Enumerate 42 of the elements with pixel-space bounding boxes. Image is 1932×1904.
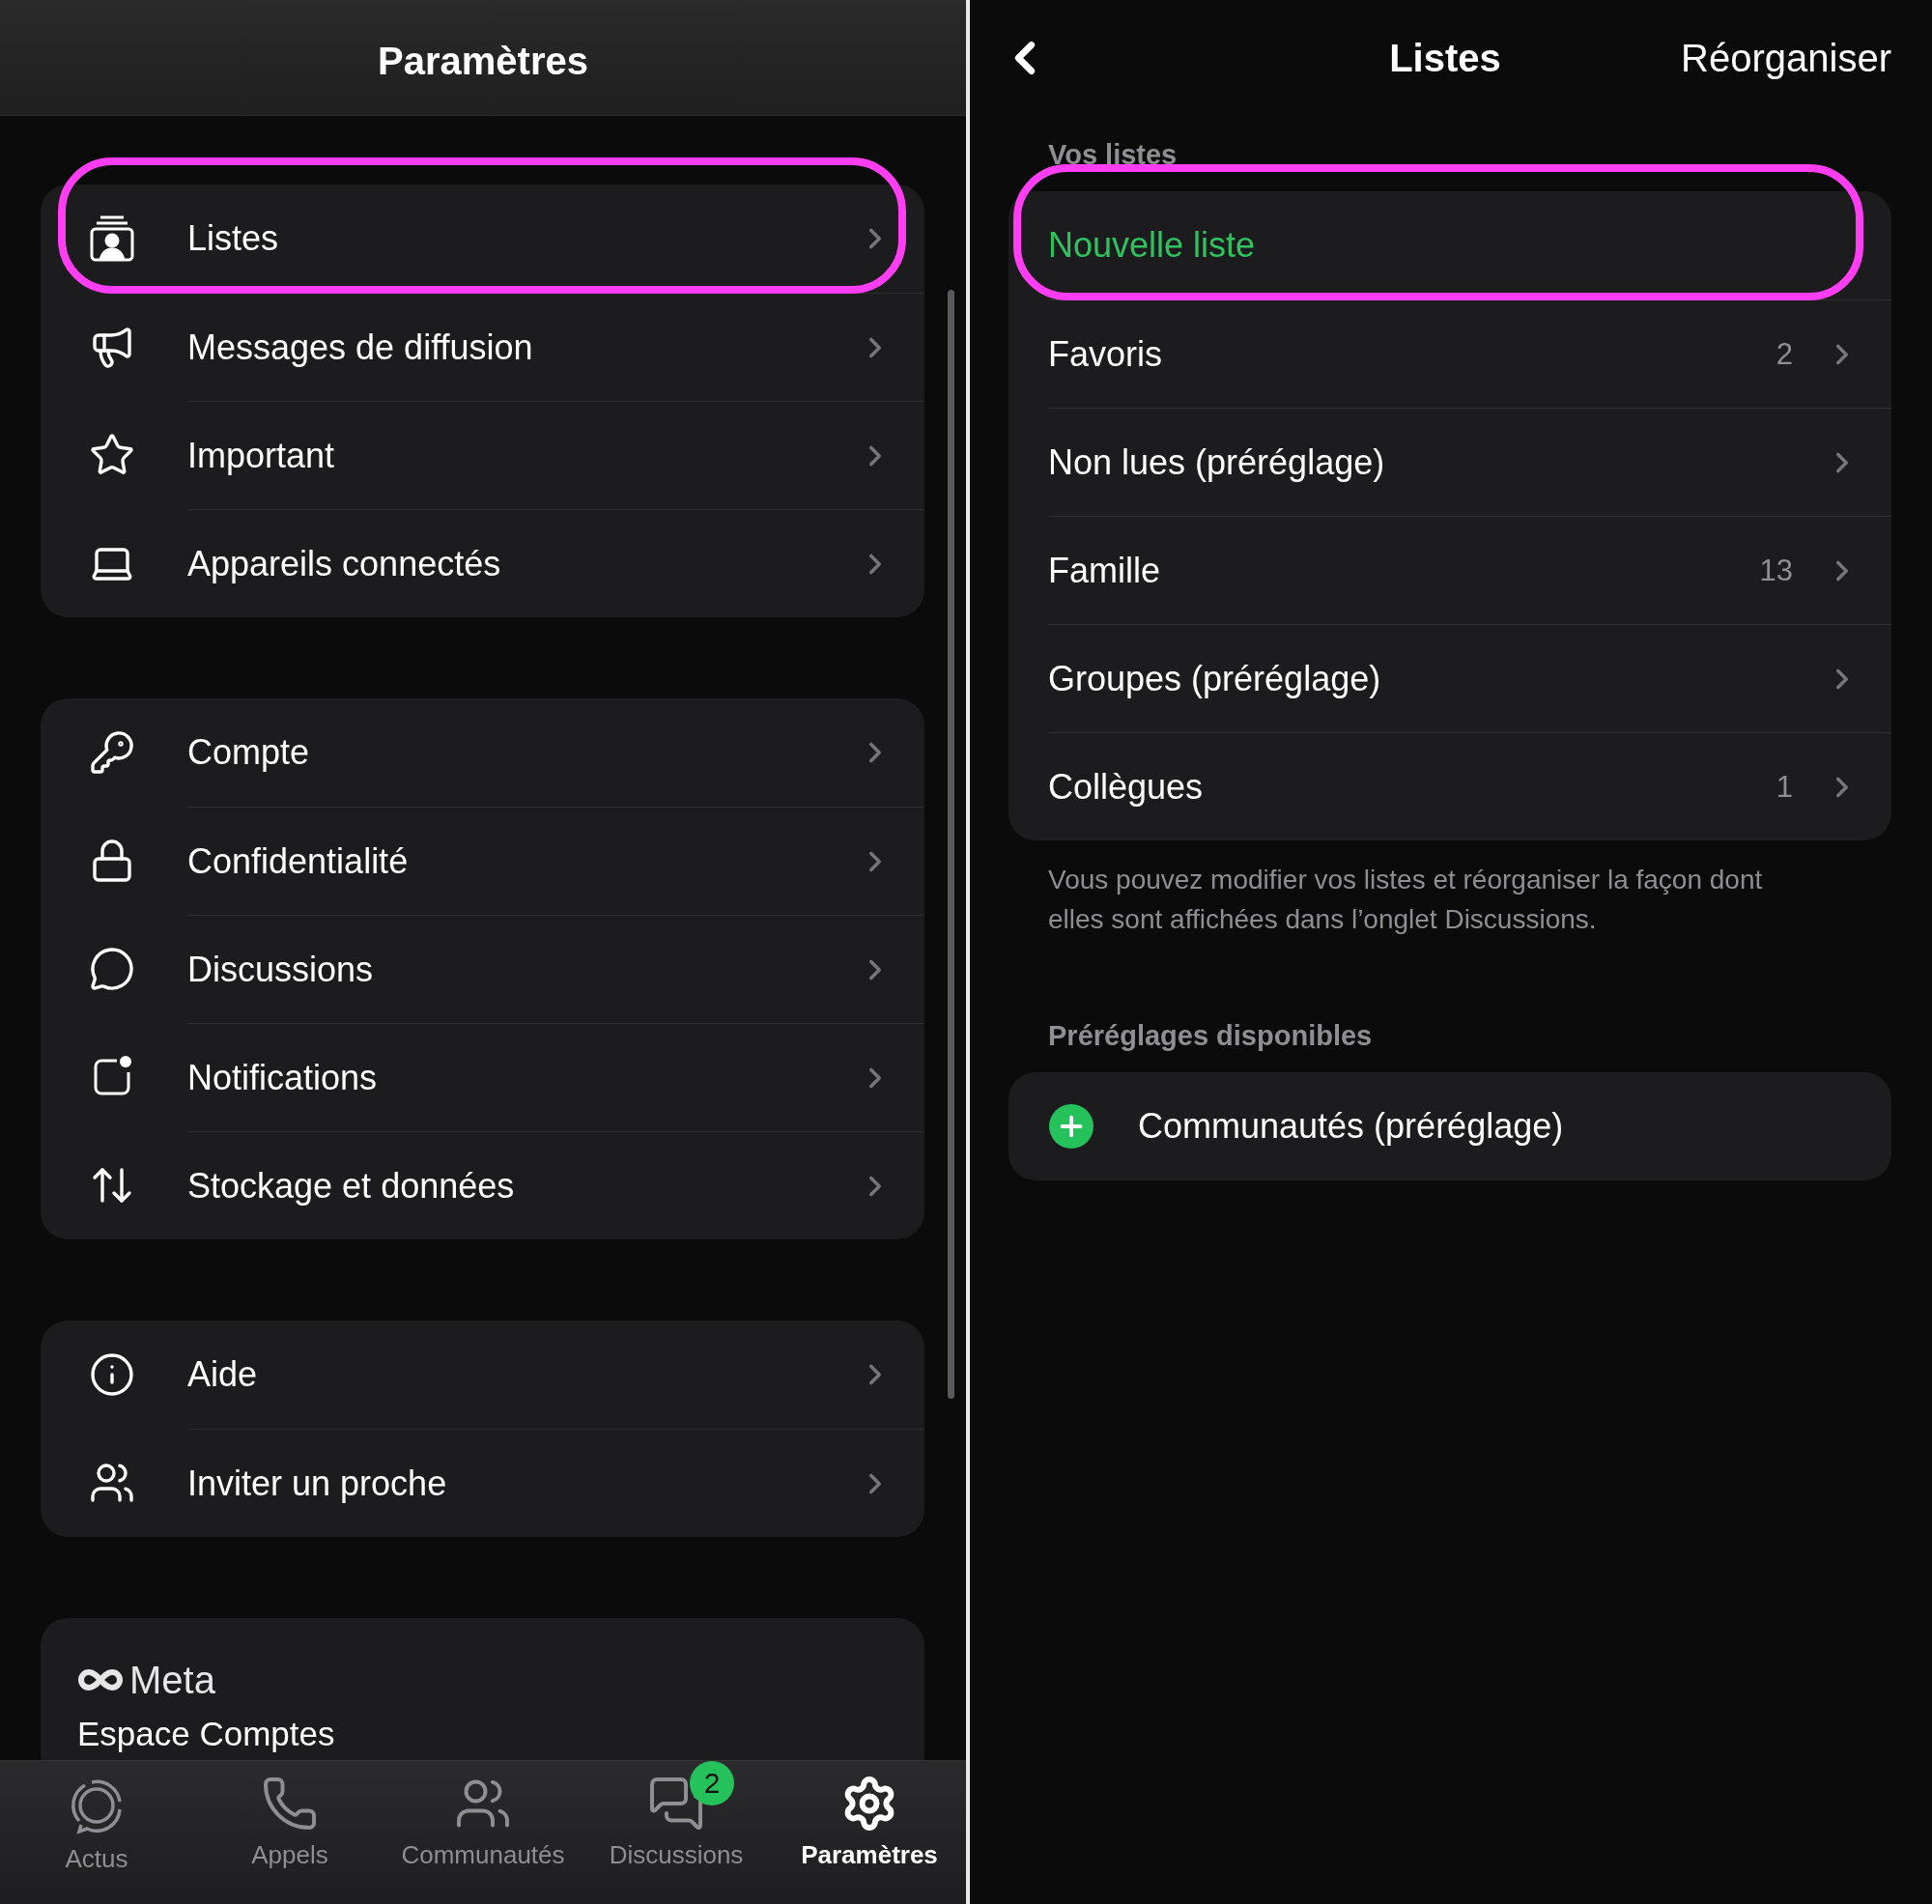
settings-row[interactable]: Compte xyxy=(41,698,924,807)
screen-title: Listes xyxy=(1389,36,1501,80)
reorder-button[interactable]: Réorganiser xyxy=(1681,36,1891,80)
count-label: 2 xyxy=(1776,336,1793,372)
tab[interactable]: Appels xyxy=(193,1761,386,1904)
count-label: 13 xyxy=(1759,553,1793,588)
unread-badge: 2 xyxy=(690,1761,734,1805)
list-row[interactable]: Famille 13 xyxy=(1009,516,1891,624)
settings-row[interactable]: Listes xyxy=(41,185,924,293)
chat-bubble-icon xyxy=(89,946,135,992)
section-header: Vos listes xyxy=(1047,138,1179,172)
brand-logo: Meta xyxy=(129,1658,215,1702)
meta-card[interactable]: Meta Espace Comptes xyxy=(41,1618,924,1760)
accounts-center-link[interactable]: Espace Comptes xyxy=(77,1715,924,1753)
section-header: Préréglages disponibles xyxy=(1047,1019,1374,1053)
info-icon xyxy=(89,1351,135,1398)
phone-icon xyxy=(261,1775,319,1833)
tab[interactable]: Communautés xyxy=(386,1761,580,1904)
settings-row[interactable]: Stockage et données xyxy=(41,1131,924,1239)
list-row[interactable]: Groupes (préréglage) xyxy=(1009,624,1891,732)
settings-row[interactable]: Aide xyxy=(41,1321,924,1429)
add-icon xyxy=(1049,1104,1094,1149)
key-icon xyxy=(89,729,135,776)
settings-row[interactable]: Confidentialité xyxy=(41,807,924,915)
settings-row[interactable]: Important xyxy=(41,401,924,509)
tab[interactable]: 2 Discussions xyxy=(580,1761,773,1904)
settings-row[interactable]: Discussions xyxy=(41,915,924,1023)
settings-row[interactable]: Notifications xyxy=(41,1023,924,1131)
settings-row[interactable]: Inviter un proche xyxy=(41,1429,924,1537)
screen-title: Paramètres xyxy=(378,40,588,83)
chat-bubbles-icon xyxy=(647,1775,705,1833)
list-row[interactable]: Non lues (préréglage) xyxy=(1009,408,1891,516)
tab[interactable]: Paramètres xyxy=(773,1761,966,1904)
new-list-button[interactable]: Nouvelle liste xyxy=(1009,191,1891,299)
tab[interactable]: Actus xyxy=(0,1761,193,1904)
list-row[interactable]: Communautés (préréglage) xyxy=(1009,1072,1891,1180)
settings-row[interactable]: Messages de diffusion xyxy=(41,293,924,401)
settings-row[interactable]: Appareils connectés xyxy=(41,509,924,617)
help-text: Vous pouvez modifier vos listes et réorganiser la façon dont elles sont affichées dans l’onglet Discussions. xyxy=(1047,864,1764,936)
list-row[interactable]: Favoris 2 xyxy=(1009,299,1891,408)
list-row[interactable]: Collègues 1 xyxy=(1009,732,1891,840)
count-label: 1 xyxy=(1776,769,1793,805)
